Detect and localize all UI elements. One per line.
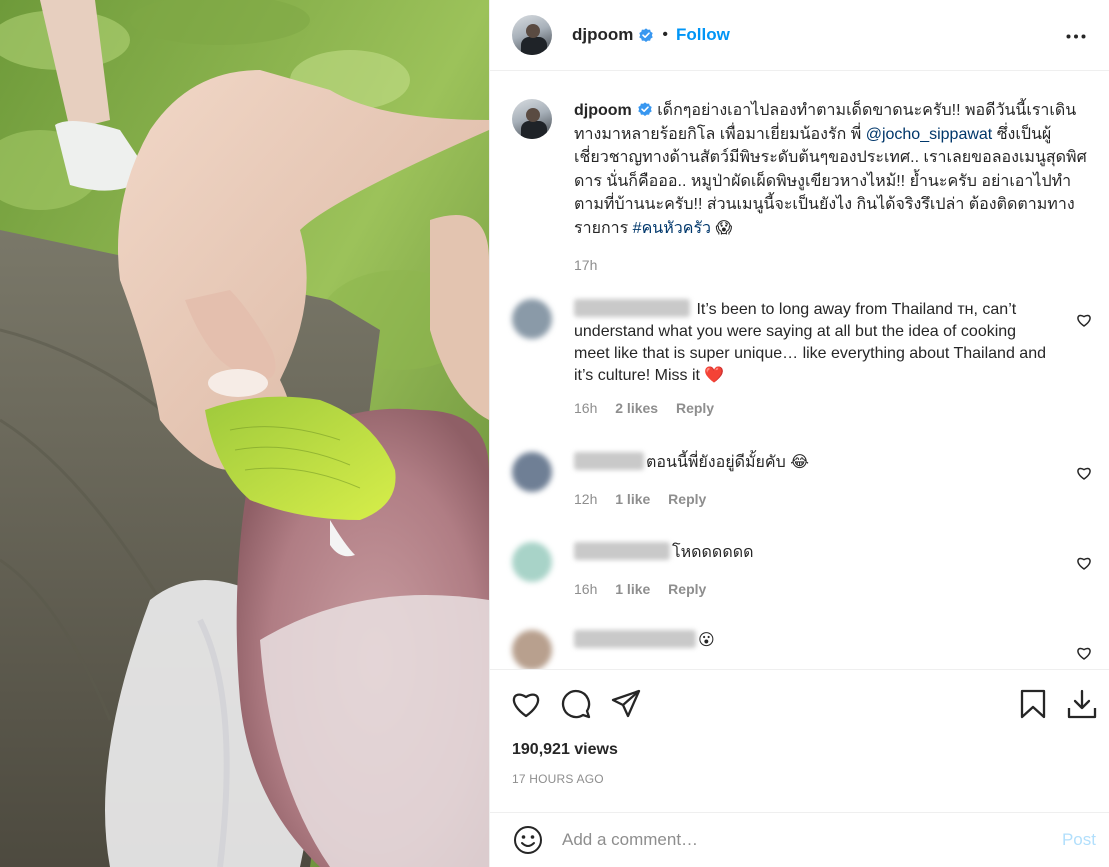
post-caption: djpoom เด็กๆอย่างเอาไปลองทำตามเด็ดขาดนะค…	[512, 99, 1092, 278]
commenter-username-blurred[interactable]	[574, 299, 690, 317]
post-timestamp[interactable]: 17 HOURS AGO	[512, 772, 604, 786]
caption-mention-link[interactable]: @jocho_sippawat	[866, 126, 993, 143]
separator-dot: •	[662, 26, 668, 43]
comment-text: โหดดดดดด	[672, 544, 754, 561]
comment-input[interactable]	[562, 830, 1032, 850]
bookmark-icon[interactable]	[1017, 688, 1049, 720]
post-header: djpoom • Follow	[490, 0, 1109, 71]
post-panel: djpoom • Follow djpoom เด็กๆอย่างเอาไปลอ…	[489, 0, 1109, 867]
comment-like-heart-icon[interactable]	[1076, 645, 1092, 661]
commenter-username-blurred[interactable]	[574, 452, 644, 470]
caption-time[interactable]: 17h	[574, 254, 1092, 278]
heart-icon[interactable]	[510, 688, 542, 720]
more-options-icon[interactable]	[1064, 24, 1088, 48]
comment-item: โหดดดดดด 16h 1 like Reply	[512, 542, 1092, 597]
comment-meta: 16h 2 likes Reply	[574, 400, 1092, 416]
caption-username[interactable]: djpoom	[574, 102, 632, 119]
comment-icon[interactable]	[560, 688, 592, 720]
comment-likes[interactable]: 2 likes	[615, 400, 658, 416]
author-username[interactable]: djpoom	[572, 25, 633, 45]
comment-reply-button[interactable]: Reply	[668, 491, 706, 507]
comment-text: 😮	[698, 632, 715, 649]
caption-hashtag-link[interactable]: #คนหัวครัว	[633, 220, 711, 237]
post-video-frame	[0, 0, 489, 867]
comment-time[interactable]: 12h	[574, 491, 597, 507]
emoji-icon[interactable]	[512, 824, 544, 856]
post-media[interactable]	[0, 0, 489, 867]
commenter-avatar[interactable]	[512, 452, 552, 492]
comment-meta: 16h 1 like Reply	[574, 581, 1092, 597]
caption-author-avatar[interactable]	[512, 99, 552, 139]
comment-composer: Post	[490, 812, 1109, 867]
commenter-avatar[interactable]	[512, 630, 552, 669]
comment-like-heart-icon[interactable]	[1076, 312, 1092, 328]
commenter-username-blurred[interactable]	[574, 542, 670, 560]
comment-text: ตอนนี้พี่ยังอยู่ดีมั้ยคับ 😂	[646, 454, 809, 471]
commenter-avatar[interactable]	[512, 299, 552, 339]
comment-likes[interactable]: 1 like	[615, 581, 650, 597]
comment-reply-button[interactable]: Reply	[676, 400, 714, 416]
comments-scroll-area[interactable]: djpoom เด็กๆอย่างเอาไปลองทำตามเด็ดขาดนะค…	[490, 72, 1109, 669]
author-avatar[interactable]	[512, 15, 552, 55]
comment-item: It’s been to long away from Thailand ᴛʜ,…	[512, 299, 1092, 416]
view-count[interactable]: 190,921 views	[512, 741, 618, 759]
comment-time[interactable]: 16h	[574, 400, 597, 416]
caption-emoji: 😱	[715, 219, 733, 237]
comment-like-heart-icon[interactable]	[1076, 555, 1092, 571]
post-comment-button[interactable]: Post	[1062, 830, 1096, 850]
follow-button[interactable]: Follow	[676, 25, 730, 45]
comment-likes[interactable]: 1 like	[615, 491, 650, 507]
share-icon[interactable]	[610, 688, 642, 720]
comment-like-heart-icon[interactable]	[1076, 465, 1092, 481]
verified-badge-icon	[639, 28, 654, 42]
comment-item: 😮	[512, 630, 1092, 669]
download-icon[interactable]	[1066, 688, 1098, 720]
post-actions: 190,921 views 17 HOURS AGO	[490, 669, 1109, 799]
comment-meta: 12h 1 like Reply	[574, 491, 1092, 507]
verified-badge-icon	[638, 102, 652, 116]
comment-item: ตอนนี้พี่ยังอยู่ดีมั้ยคับ 😂 12h 1 like R…	[512, 452, 1092, 507]
commenter-username-blurred[interactable]	[574, 630, 696, 648]
comment-time[interactable]: 16h	[574, 581, 597, 597]
comment-reply-button[interactable]: Reply	[668, 581, 706, 597]
commenter-avatar[interactable]	[512, 542, 552, 582]
